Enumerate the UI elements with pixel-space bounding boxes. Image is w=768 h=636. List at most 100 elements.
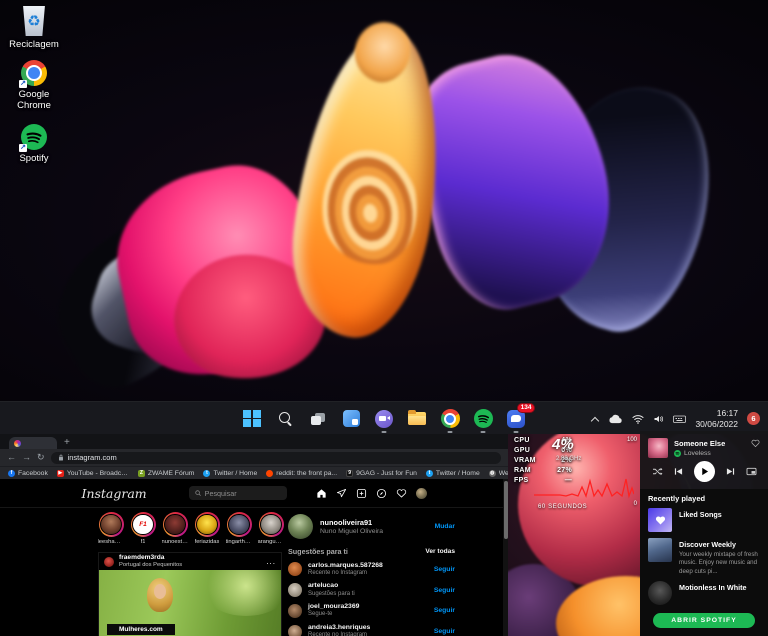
like-heart-icon[interactable] — [751, 439, 760, 447]
desktop-icon-label: Spotify — [19, 153, 48, 164]
post-avatar[interactable] — [104, 557, 114, 567]
new-tab-button[interactable]: + — [64, 438, 70, 448]
file-explorer-button[interactable] — [406, 408, 428, 430]
shortcut-arrow-icon: ↗ — [19, 144, 27, 152]
story-item[interactable]: nunoestme… — [162, 512, 188, 545]
artist-art — [648, 581, 672, 605]
profile-avatar[interactable] — [416, 488, 427, 499]
reload-button[interactable]: ↻ — [37, 453, 45, 462]
search-input[interactable]: Pesquisar — [189, 486, 287, 500]
wifi-icon[interactable] — [632, 414, 644, 424]
back-button[interactable]: ← — [7, 453, 16, 462]
follow-link[interactable]: Seguir — [434, 566, 455, 573]
suggestion-row: joel_moura2369Segue-te Seguir — [288, 603, 455, 618]
home-icon[interactable] — [316, 488, 327, 499]
suggestion-row: artelucaoSugestões para ti Seguir — [288, 582, 455, 597]
follow-link[interactable]: Seguir — [434, 607, 455, 614]
track-title: Someone Else — [674, 439, 725, 448]
bookmark-webmail[interactable]: ◍Webmail Leak — [489, 470, 508, 477]
new-post-icon[interactable] — [356, 488, 367, 499]
recent-item-title: Motionless In White — [679, 583, 746, 592]
suggestion-avatar[interactable] — [288, 562, 302, 576]
recent-item-liked-songs[interactable]: Liked Songs — [648, 508, 760, 533]
desktop-icon-spotify[interactable]: ↗ Spotify — [2, 124, 66, 164]
story-item[interactable]: tingarthu… — [226, 512, 252, 545]
photo-caption-overlay: Mulheres.com — [107, 624, 175, 635]
widgets-button[interactable] — [340, 408, 362, 430]
taskbar: 134 16:17 30/06/2022 6 — [0, 401, 768, 434]
post-username[interactable]: fraemdem3rda — [119, 554, 182, 562]
windows-start-icon — [243, 410, 261, 428]
profile-username[interactable]: nunooliveira91 — [320, 518, 383, 527]
forward-button[interactable]: → — [22, 453, 31, 462]
queue-icon[interactable] — [746, 467, 757, 476]
see-all-link[interactable]: Ver todas — [425, 548, 455, 555]
suggestion-avatar[interactable] — [288, 604, 302, 618]
messenger-icon[interactable] — [336, 488, 347, 499]
scrollbar-thumb[interactable] — [504, 481, 508, 539]
follow-link[interactable]: Seguir — [434, 628, 455, 635]
bookmark-zwame[interactable]: ZZWAME Fórum — [138, 470, 195, 477]
keyboard-language-icon[interactable] — [673, 414, 686, 424]
reddit-favicon — [266, 470, 273, 477]
switch-account-link[interactable]: Mudar — [435, 523, 455, 530]
taskbar-chat-app-button[interactable]: 134 — [505, 408, 527, 430]
follow-link[interactable]: Seguir — [434, 587, 455, 594]
play-button[interactable] — [694, 461, 715, 482]
taskbar-search-button[interactable] — [274, 408, 296, 430]
browser-toolbar: ← → ↻ instagram.com — [0, 449, 508, 466]
tray-clock[interactable]: 16:17 30/06/2022 — [695, 408, 738, 429]
post-location[interactable]: Portugal dos Pequenitos — [119, 562, 182, 569]
onedrive-cloud-icon[interactable] — [608, 414, 623, 424]
volume-icon[interactable] — [653, 414, 664, 424]
recent-item-motionless-in-white[interactable]: Motionless In White — [648, 581, 760, 606]
post-photo[interactable]: Mulheres.com — [99, 570, 281, 636]
search-icon — [279, 412, 292, 425]
spotify-icon — [674, 450, 681, 457]
previous-track-icon[interactable] — [674, 467, 683, 476]
profile-avatar[interactable] — [288, 514, 313, 539]
file-explorer-icon — [408, 412, 426, 425]
story-item[interactable]: aranguerra — [258, 512, 284, 545]
widgets-icon — [343, 410, 360, 427]
suggestion-avatar[interactable] — [288, 625, 302, 636]
stories-row: leeshamilt… F1f1 nunoestme… feriazidas t… — [98, 512, 288, 545]
taskbar-video-app-button[interactable] — [373, 408, 395, 430]
recent-item-discover-weekly[interactable]: Discover Weekly Your weekly mixtape of f… — [648, 538, 760, 576]
taskbar-chrome-button[interactable] — [439, 408, 461, 430]
bookmark-facebook[interactable]: fFacebook — [8, 470, 48, 477]
bookmark-reddit[interactable]: reddit: the front pa... — [266, 470, 337, 477]
taskbar-spotify-button[interactable] — [472, 408, 494, 430]
address-bar[interactable]: instagram.com — [51, 452, 501, 464]
graph-timespan: 60 SEGUNDOS — [538, 504, 587, 510]
instagram-page: Instagram Pesquisar — [0, 479, 508, 636]
recent-item-desc: Your weekly mixtape of fresh music. Enjo… — [679, 551, 763, 576]
open-spotify-button[interactable]: ABRIR SPOTIFY — [653, 613, 755, 628]
bookmark-9gag[interactable]: 99GAG - Just for Fun — [346, 470, 417, 477]
desktop-icon-recycle-bin[interactable]: ♻ Reciclagem — [2, 6, 66, 50]
task-view-button[interactable] — [307, 408, 329, 430]
activity-heart-icon[interactable] — [396, 488, 407, 498]
bookmark-twitter[interactable]: tTwitter / Home — [203, 470, 257, 477]
story-item[interactable]: F1f1 — [130, 512, 156, 545]
recent-item-title: Liked Songs — [679, 510, 722, 519]
instagram-favicon — [14, 440, 21, 447]
next-track-icon[interactable] — [726, 467, 735, 476]
notification-count-badge[interactable]: 6 — [747, 412, 760, 425]
profile-fullname: Nuno Miguel Oliveira — [320, 528, 383, 535]
start-button[interactable] — [241, 408, 263, 430]
explore-icon[interactable] — [376, 488, 387, 499]
instagram-header: Instagram Pesquisar — [0, 479, 508, 508]
bookmark-twitter-2[interactable]: tTwitter / Home — [426, 470, 480, 477]
track-artist: Loveless — [684, 450, 711, 457]
suggestion-avatar[interactable] — [288, 583, 302, 597]
tray-chevron-up-icon[interactable] — [591, 415, 599, 423]
desktop-icon-chrome[interactable]: ↗ Google Chrome — [2, 60, 66, 112]
post-menu-button[interactable]: ... — [266, 557, 276, 566]
tab-instagram[interactable] — [9, 437, 57, 449]
bookmark-youtube[interactable]: ▶YouTube - Broadcas... — [57, 470, 129, 477]
story-item[interactable]: leeshamilt… — [98, 512, 124, 545]
instagram-logo[interactable]: Instagram — [82, 486, 147, 501]
shuffle-icon[interactable] — [652, 467, 663, 476]
story-item[interactable]: feriazidas — [194, 512, 220, 545]
